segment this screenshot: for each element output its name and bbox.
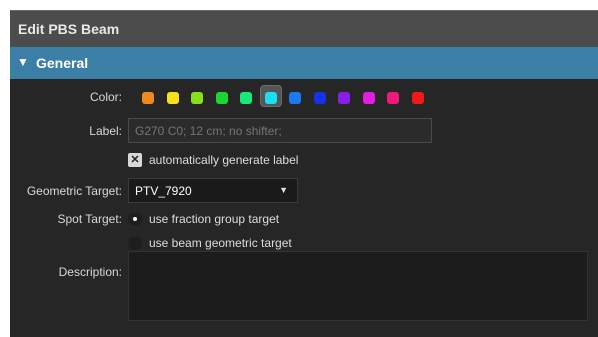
color-swatch[interactable] xyxy=(142,92,154,104)
color-swatch[interactable] xyxy=(387,92,399,104)
dialog-titlebar[interactable]: Edit PBS Beam xyxy=(10,10,598,47)
geometric-target-select[interactable]: PTV_7920 ▼ xyxy=(128,178,298,203)
color-label: Color: xyxy=(89,90,122,104)
dialog-title: Edit PBS Beam xyxy=(18,21,120,37)
label-field-label: Label: xyxy=(89,124,122,138)
auto-label-text[interactable]: automatically generate label xyxy=(149,153,298,167)
spot-target-label: Spot Target: xyxy=(57,212,123,226)
label-input[interactable] xyxy=(128,118,432,143)
chevron-down-icon: ▼ xyxy=(279,185,288,195)
spot-option-fraction-radio[interactable] xyxy=(128,212,142,226)
spot-option-beam-label[interactable]: use beam geometric target xyxy=(149,236,292,250)
radio-selected-dot xyxy=(133,217,137,221)
color-swatch[interactable] xyxy=(264,92,277,104)
spot-option-fraction-label[interactable]: use fraction group target xyxy=(149,212,279,226)
section-title: General xyxy=(36,55,89,71)
spot-option-beam-radio[interactable] xyxy=(128,236,142,250)
description-textarea[interactable] xyxy=(128,251,588,321)
color-swatch[interactable] xyxy=(362,92,375,104)
geometric-target-value: PTV_7920 xyxy=(135,184,192,198)
color-swatch[interactable] xyxy=(166,92,179,104)
description-label: Description: xyxy=(58,265,122,279)
color-swatch[interactable] xyxy=(289,92,301,104)
collapse-triangle-icon[interactable]: ▼ xyxy=(17,55,29,69)
color-swatch[interactable] xyxy=(215,92,228,104)
color-swatch[interactable] xyxy=(191,92,203,104)
color-swatch[interactable] xyxy=(411,92,424,104)
color-swatch[interactable] xyxy=(313,92,326,104)
general-section-header[interactable]: ▼ General xyxy=(10,47,598,79)
auto-label-checkbox[interactable]: ✕ xyxy=(128,153,142,167)
color-swatch[interactable] xyxy=(338,92,350,104)
geometric-target-label: Geometric Target: xyxy=(26,184,122,198)
color-swatch[interactable] xyxy=(240,92,252,104)
